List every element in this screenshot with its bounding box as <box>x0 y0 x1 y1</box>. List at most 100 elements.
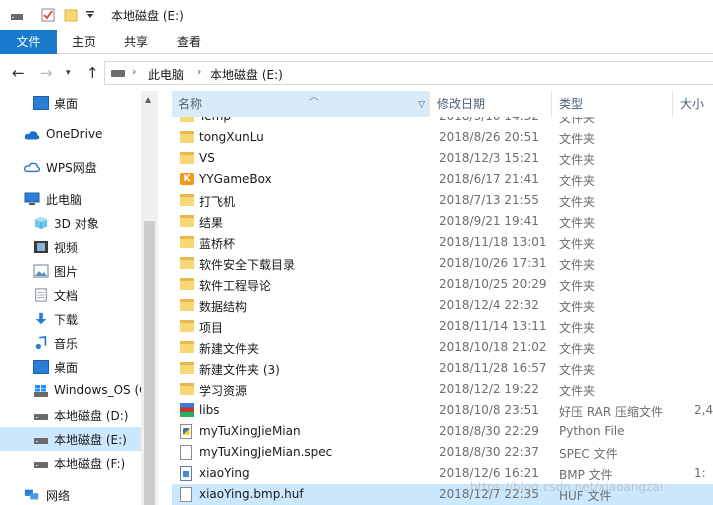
tab-file[interactable]: 文件 <box>0 30 57 54</box>
nav-item-drive-c[interactable]: Windows_OS (C <box>0 379 148 403</box>
file-date: 2018/12/4 22:32 <box>439 298 539 312</box>
nav-item-drive-e[interactable]: 本地磁盘 (E:) <box>0 427 141 451</box>
file-row[interactable]: 结果 2018/9/21 19:41 文件夹 <box>172 211 713 232</box>
document-icon <box>35 288 47 302</box>
nav-item-desktop-2[interactable]: 桌面 <box>0 355 141 379</box>
nav-item-drive-f[interactable]: 本地磁盘 (F:) <box>0 451 141 475</box>
rar-archive-icon <box>180 403 194 417</box>
nav-item-drive-d[interactable]: 本地磁盘 (D:) <box>0 403 141 427</box>
nav-item-documents[interactable]: 文档 <box>0 283 141 307</box>
nav-item-this-pc[interactable]: 此电脑 <box>0 187 141 211</box>
column-type[interactable]: 类型 <box>553 91 673 117</box>
tab-share[interactable]: 共享 <box>112 30 160 54</box>
file-row[interactable]: 打飞机 2018/7/13 21:55 文件夹 <box>172 190 713 211</box>
file-type: 文件夹 <box>559 174 596 188</box>
nav-item-downloads[interactable]: 下载 <box>0 307 141 331</box>
file-row[interactable]: 新建文件夹 2018/10/18 21:02 文件夹 <box>172 337 713 358</box>
file-name: 软件安全下载目录 <box>199 258 296 272</box>
yygamebox-folder-icon: K <box>180 173 194 185</box>
file-type: 文件夹 <box>559 321 596 335</box>
file-size: 1: <box>694 466 706 480</box>
file-row[interactable]: myTuXingJieMian.spec 2018/8/30 22:37 SPEC … <box>172 442 713 463</box>
forward-arrow-icon[interactable]: → <box>40 64 53 82</box>
file-date: 2018/12/6 16:21 <box>439 466 539 480</box>
chevron-down-icon[interactable]: ▽ <box>418 92 425 118</box>
file-row[interactable]: myTuXingJieMian 2018/8/30 22:29 Python Fil… <box>172 421 713 442</box>
column-size[interactable]: 大小 <box>674 91 713 117</box>
file-type: 文件夹 <box>559 342 596 356</box>
file-type: 文件夹 <box>559 363 596 377</box>
file-date: 2018/10/18 21:02 <box>439 340 547 354</box>
file-name: 项目 <box>199 321 224 335</box>
nav-item-videos[interactable]: 视频 <box>0 235 141 259</box>
nav-item-onedrive[interactable]: OneDrive <box>0 123 141 147</box>
file-row[interactable]: 软件安全下载目录 2018/10/26 17:31 文件夹 <box>172 253 713 274</box>
file-type: 文件夹 <box>559 117 596 125</box>
nav-item-desktop[interactable]: 桌面 <box>0 91 141 115</box>
file-row[interactable]: 新建文件夹 (3) 2018/11/28 16:57 文件夹 <box>172 358 713 379</box>
file-type: 文件夹 <box>559 384 596 398</box>
drive-icon <box>34 438 48 444</box>
breadcrumb-separator-icon[interactable]: › <box>197 65 201 78</box>
column-date[interactable]: 修改日期 <box>431 91 552 117</box>
file-date: 2018/12/2 19:22 <box>439 382 539 396</box>
file-row[interactable]: VS 2018/12/3 15:21 文件夹 <box>172 148 713 169</box>
folder-icon <box>180 383 194 395</box>
chevron-down-icon[interactable] <box>86 11 94 19</box>
back-arrow-icon[interactable]: ← <box>12 64 25 82</box>
folder-icon <box>180 278 194 290</box>
address-bar[interactable]: › 此电脑 › 本地磁盘 (E:) <box>104 61 713 85</box>
drive-icon <box>34 414 48 420</box>
nav-item-pictures[interactable]: 图片 <box>0 259 141 283</box>
watermark: https://blog.csdn.net/xiaoangzai <box>470 480 664 494</box>
file-size: 2,48 <box>694 403 713 417</box>
file-row[interactable]: libs 2018/10/8 23:51 好压 RAR 压缩文件 2,48 <box>172 400 713 421</box>
desktop-icon <box>33 360 49 374</box>
file-name: 新建文件夹 (3) <box>199 363 280 377</box>
folder-icon <box>180 131 194 143</box>
nav-item-network[interactable]: 网络 <box>0 483 141 505</box>
nav-item-music[interactable]: 音乐 <box>0 331 141 355</box>
breadcrumb-separator-icon[interactable]: › <box>132 65 136 78</box>
folder-icon <box>180 299 194 311</box>
breadcrumb-this-pc[interactable]: 此电脑 <box>148 66 184 83</box>
windows-drive-icon <box>34 385 48 397</box>
folder-icon <box>180 257 194 269</box>
scroll-up-arrow-icon[interactable]: ▲ <box>145 95 151 104</box>
file-row[interactable]: Temp 2018/3/10 14:32 文件夹 <box>172 117 713 127</box>
up-arrow-icon[interactable]: ↑ <box>86 64 99 82</box>
file-name: YYGameBox <box>199 172 272 186</box>
folder-icon <box>180 341 194 353</box>
network-icon <box>24 489 39 500</box>
file-date: 2018/3/10 14:32 <box>439 117 539 123</box>
column-name[interactable]: ︿ 名称 ▽ <box>172 91 430 117</box>
recent-chevron-icon[interactable]: ▾ <box>66 68 71 78</box>
file-row[interactable]: tongXunLu 2018/8/26 20:51 文件夹 <box>172 127 713 148</box>
download-icon <box>35 312 47 325</box>
file-row[interactable]: 蓝桥杯 2018/11/18 13:01 文件夹 <box>172 232 713 253</box>
file-row[interactable]: 学习资源 2018/12/2 19:22 文件夹 <box>172 379 713 400</box>
nav-item-wps-cloud[interactable]: WPS网盘 <box>0 155 141 179</box>
cube-icon <box>34 216 48 230</box>
file-row[interactable]: 软件工程导论 2018/10/25 20:29 文件夹 <box>172 274 713 295</box>
window-title: 本地磁盘 (E:) <box>111 9 184 23</box>
scroll-thumb[interactable] <box>144 221 155 505</box>
breadcrumb-drive-e[interactable]: 本地磁盘 (E:) <box>210 66 283 83</box>
file-row[interactable]: 数据结构 2018/12/4 22:32 文件夹 <box>172 295 713 316</box>
file-name: 软件工程导论 <box>199 279 272 293</box>
tab-home[interactable]: 主页 <box>60 30 108 54</box>
file-row[interactable]: 项目 2018/11/14 13:11 文件夹 <box>172 316 713 337</box>
computer-icon <box>24 192 40 205</box>
file-icon <box>180 487 192 502</box>
nav-item-3d-objects[interactable]: 3D 对象 <box>0 211 141 235</box>
properties-icon[interactable] <box>41 8 55 22</box>
folder-icon <box>180 152 194 164</box>
drive-icon[interactable] <box>10 8 24 22</box>
file-name: tongXunLu <box>199 130 264 144</box>
tab-view[interactable]: 查看 <box>165 30 213 54</box>
nav-pane-scrollbar[interactable]: ▲ <box>141 91 158 505</box>
file-row[interactable]: K YYGameBox 2018/6/17 21:41 文件夹 <box>172 169 713 190</box>
picture-icon <box>33 264 49 278</box>
cloud-icon <box>24 131 40 140</box>
new-folder-icon[interactable] <box>64 8 78 22</box>
